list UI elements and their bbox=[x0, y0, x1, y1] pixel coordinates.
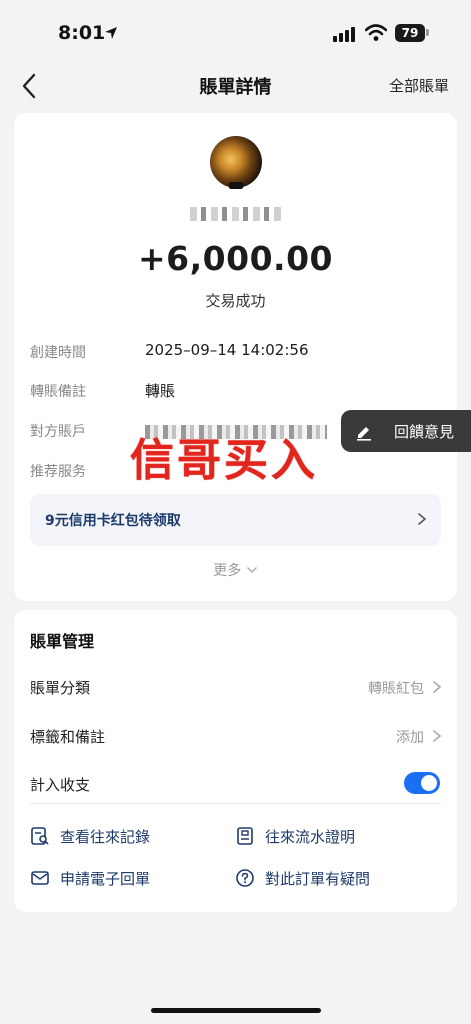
detail-label: 對方賬戶 bbox=[30, 424, 86, 440]
detail-value: 2025–09–14 14:02:56 bbox=[145, 341, 309, 359]
signal-icon bbox=[333, 27, 355, 42]
detail-label: 轉賬備註 bbox=[30, 384, 86, 400]
e-receipt-label: 申請電子回單 bbox=[60, 870, 151, 888]
order-question-label: 對此訂單有疑問 bbox=[265, 870, 371, 888]
credit-card-promo-banner[interactable]: 9元信用卡红包待领取 bbox=[30, 494, 441, 546]
detail-value: 轉賬 bbox=[145, 382, 176, 400]
bill-category-value: 轉賬紅包 bbox=[368, 681, 424, 697]
bill-management-card: 賬單管理 賬單分類 轉賬紅包 標籤和備註 添加 計入收支 查看往來記錄 往來流水… bbox=[14, 610, 457, 912]
avatar[interactable] bbox=[210, 136, 262, 188]
home-indicator bbox=[151, 1008, 321, 1013]
detail-row-remark: 轉賬備註 轉賬 bbox=[30, 377, 440, 405]
question-circle-icon bbox=[236, 869, 254, 887]
battery-indicator: 79 bbox=[395, 24, 425, 42]
avatar-base bbox=[229, 182, 243, 189]
statement-proof-label: 往來流水證明 bbox=[265, 828, 356, 846]
chevron-down-icon bbox=[246, 567, 257, 574]
detail-label: 推荐服务 bbox=[30, 464, 86, 480]
more-toggle[interactable]: 更多 bbox=[14, 560, 457, 580]
back-chevron-icon[interactable] bbox=[12, 68, 48, 104]
chevron-right-icon bbox=[433, 730, 442, 742]
statement-doc-icon bbox=[237, 827, 253, 845]
statement-proof-action[interactable]: 往來流水證明 bbox=[235, 824, 425, 848]
transaction-status: 交易成功 bbox=[205, 292, 266, 310]
detail-label: 創建時間 bbox=[30, 345, 86, 361]
order-question-action[interactable]: 對此訂單有疑問 bbox=[235, 866, 435, 890]
section-title: 賬單管理 bbox=[30, 632, 95, 651]
watermark-text: 信哥买入 bbox=[130, 435, 318, 486]
nav-bar: 賬單詳情 全部賬單 bbox=[0, 64, 471, 108]
e-receipt-action[interactable]: 申請電子回單 bbox=[30, 866, 220, 890]
feedback-button[interactable]: 回饋意見 bbox=[341, 410, 471, 452]
counterparty-name-obscured bbox=[190, 207, 282, 221]
view-records-action[interactable]: 查看往來記錄 bbox=[30, 824, 220, 848]
view-records-label: 查看往來記錄 bbox=[60, 828, 151, 846]
records-search-icon bbox=[31, 827, 49, 845]
transaction-card: +6,000.00 交易成功 創建時間 2025–09–14 14:02:56 … bbox=[14, 113, 457, 601]
all-bills-link[interactable]: 全部賬單 bbox=[389, 75, 449, 96]
bill-category-label: 賬單分類 bbox=[30, 679, 91, 697]
wifi-icon bbox=[365, 24, 387, 41]
edit-pencil-icon bbox=[357, 427, 371, 441]
battery-tip bbox=[426, 29, 429, 36]
detail-row-created-time: 創建時間 2025–09–14 14:02:56 bbox=[30, 338, 440, 366]
mail-icon bbox=[31, 871, 49, 885]
include-in-budget-label: 計入收支 bbox=[30, 776, 91, 794]
more-label: 更多 bbox=[213, 563, 242, 579]
toggle-knob bbox=[421, 775, 437, 791]
location-arrow-icon bbox=[105, 27, 117, 39]
status-time: 8:01 bbox=[58, 22, 106, 44]
bill-category-row[interactable]: 賬單分類 轉賬紅包 bbox=[30, 672, 442, 702]
transaction-amount: +6,000.00 bbox=[138, 239, 333, 278]
tags-notes-label: 標籤和備註 bbox=[30, 728, 106, 746]
chevron-right-icon bbox=[418, 513, 427, 525]
include-in-budget-toggle[interactable] bbox=[404, 772, 440, 794]
include-in-budget-row: 計入收支 bbox=[30, 769, 442, 799]
feedback-label: 回饋意見 bbox=[394, 423, 455, 441]
promo-text: 9元信用卡红包待领取 bbox=[45, 513, 181, 529]
tags-notes-value: 添加 bbox=[396, 730, 424, 746]
chevron-right-icon bbox=[433, 681, 442, 693]
divider bbox=[30, 803, 441, 804]
tags-notes-row[interactable]: 標籤和備註 添加 bbox=[30, 721, 442, 751]
status-bar: 8:01 79 bbox=[0, 0, 471, 64]
